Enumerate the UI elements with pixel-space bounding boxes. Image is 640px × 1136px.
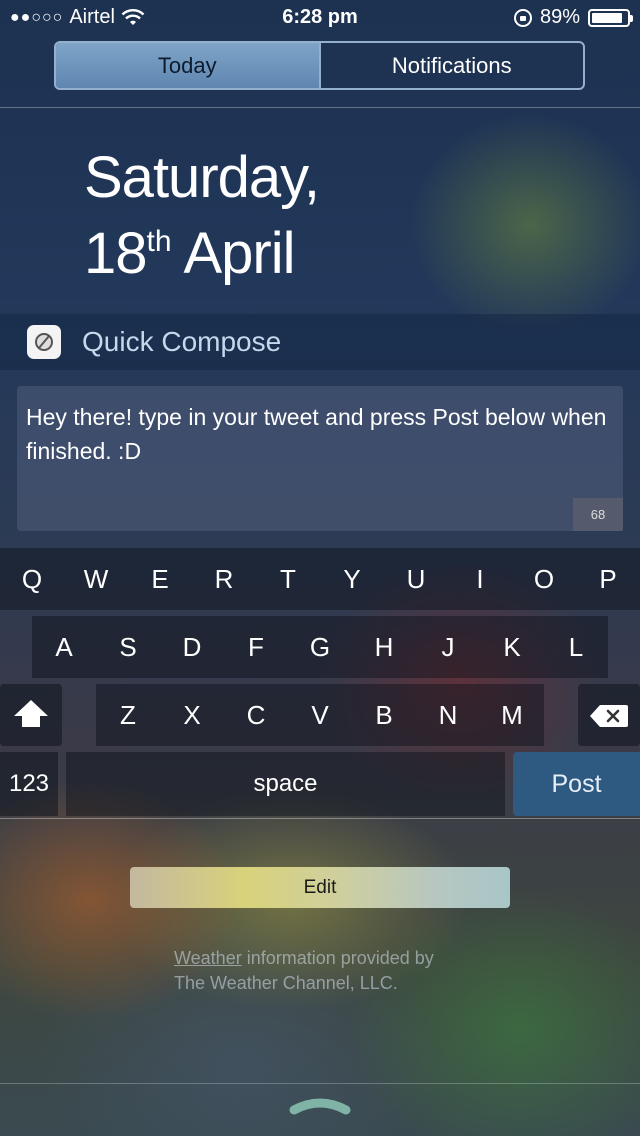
date-month: April — [183, 221, 295, 286]
quick-compose-app-icon — [27, 325, 61, 359]
key-k[interactable]: K — [480, 616, 544, 678]
key-w[interactable]: W — [64, 548, 128, 610]
status-bar: ●●○○○ Airtel 6:28 pm 89% — [0, 0, 640, 36]
rotation-lock-icon — [513, 8, 532, 27]
backspace-icon — [590, 705, 628, 727]
status-right: 89% — [513, 6, 633, 29]
shift-key[interactable] — [0, 684, 62, 746]
keyboard-row-1: Q W E R T Y U I O P — [0, 548, 640, 610]
key-j[interactable]: J — [416, 616, 480, 678]
weather-link[interactable]: Weather — [174, 948, 242, 968]
key-o[interactable]: O — [512, 548, 576, 610]
key-h[interactable]: H — [352, 616, 416, 678]
tab-today[interactable]: Today — [56, 43, 319, 88]
tweet-compose-field[interactable]: Hey there! type in your tweet and press … — [17, 386, 623, 531]
widget-header[interactable]: Quick Compose — [0, 314, 640, 370]
key-t[interactable]: T — [256, 548, 320, 610]
key-c[interactable]: C — [224, 684, 288, 746]
key-e[interactable]: E — [128, 548, 192, 610]
compose-text: Hey there! type in your tweet and press … — [26, 404, 607, 464]
keyboard-row-4: 123 space Post — [0, 752, 640, 816]
keyboard-divider — [0, 818, 640, 819]
key-d[interactable]: D — [160, 616, 224, 678]
key-g[interactable]: G — [288, 616, 352, 678]
key-s[interactable]: S — [96, 616, 160, 678]
tab-notifications[interactable]: Notifications — [318, 43, 584, 88]
key-n[interactable]: N — [416, 684, 480, 746]
close-handle-icon[interactable] — [288, 1094, 352, 1118]
battery-fill — [592, 12, 623, 23]
date-day-suffix: th — [146, 225, 172, 258]
delete-key[interactable] — [578, 684, 640, 746]
key-l[interactable]: L — [544, 616, 608, 678]
key-u[interactable]: U — [384, 548, 448, 610]
date-heading: Saturday, 18th April — [84, 145, 320, 286]
bottom-divider — [0, 1083, 640, 1084]
key-m[interactable]: M — [480, 684, 544, 746]
character-counter: 68 — [573, 498, 623, 531]
key-r[interactable]: R — [192, 548, 256, 610]
header-divider — [0, 107, 640, 108]
key-z[interactable]: Z — [96, 684, 160, 746]
keyboard-row-3: Z X C V B N M — [96, 684, 544, 746]
key-b[interactable]: B — [352, 684, 416, 746]
space-key[interactable]: space — [66, 752, 505, 816]
view-tabs: Today Notifications — [54, 41, 585, 90]
key-x[interactable]: X — [160, 684, 224, 746]
numbers-key[interactable]: 123 — [0, 752, 58, 816]
battery-icon — [588, 8, 633, 27]
date-weekday: Saturday, — [84, 145, 320, 210]
key-f[interactable]: F — [224, 616, 288, 678]
key-p[interactable]: P — [576, 548, 640, 610]
key-i[interactable]: I — [448, 548, 512, 610]
date-day-month: 18th April — [84, 210, 319, 286]
attribution-text: information provided by — [241, 948, 434, 968]
widget-title: Quick Compose — [82, 326, 282, 357]
battery-percent: 89% — [539, 6, 580, 28]
attribution-line-1: Weather information provided by — [174, 946, 494, 971]
edit-button[interactable]: Edit — [130, 867, 510, 908]
keyboard-row-2: A S D F G H J K L — [32, 616, 608, 678]
weather-attribution: Weather information provided by The Weat… — [174, 946, 494, 996]
key-a[interactable]: A — [32, 616, 96, 678]
date-day-number: 18 — [84, 221, 148, 286]
post-button[interactable]: Post — [513, 752, 640, 816]
keyboard: Q W E R T Y U I O P A S D F G H J K L Z … — [0, 548, 640, 820]
key-v[interactable]: V — [288, 684, 352, 746]
attribution-line-2: The Weather Channel, LLC. — [174, 973, 398, 993]
key-y[interactable]: Y — [320, 548, 384, 610]
key-q[interactable]: Q — [0, 548, 64, 610]
